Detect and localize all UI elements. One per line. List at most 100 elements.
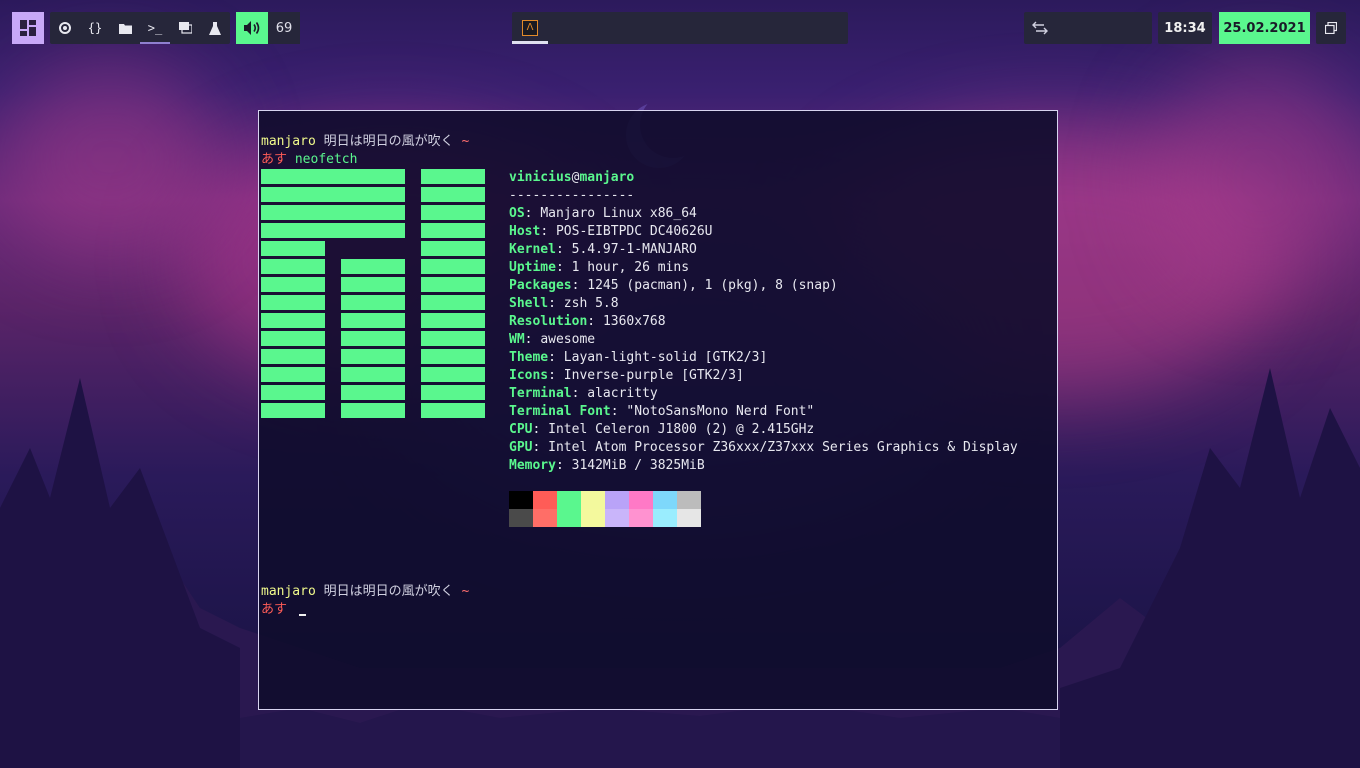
color-swatch <box>581 509 605 527</box>
taglist: {} >_ <box>50 12 230 44</box>
logo-block <box>341 349 405 364</box>
command-line-1: あす neofetch <box>261 151 357 169</box>
logo-block <box>341 295 405 310</box>
logo-block <box>341 259 405 274</box>
network-transfer-icon[interactable] <box>1032 21 1048 35</box>
logo-block <box>261 313 325 328</box>
info-resolution: Resolution: 1360x768 <box>509 314 666 329</box>
info-memory: Memory: 3142MiB / 3825MiB <box>509 458 705 473</box>
clock: 18:34 <box>1158 12 1212 44</box>
window-switcher-button[interactable] <box>1316 12 1346 44</box>
logo-block <box>261 241 325 256</box>
tag-flask[interactable] <box>200 12 230 44</box>
layout-toggle-button[interactable] <box>12 12 44 44</box>
logo-block <box>261 367 325 382</box>
logo-block <box>261 259 325 274</box>
info-cpu: CPU: Intel Celeron J1800 (2) @ 2.415GHz <box>509 422 815 437</box>
info-shell: Shell: zsh 5.8 <box>509 296 619 311</box>
info-uptime: Uptime: 1 hour, 26 mins <box>509 260 690 275</box>
color-swatch <box>677 491 701 509</box>
alacritty-icon: Λ <box>522 20 538 36</box>
logo-block <box>421 385 485 400</box>
logo-block <box>261 331 325 346</box>
terminal-window[interactable]: manjaro 明日は明日の風が吹く ~ あす neofetch viniciu… <box>258 110 1058 710</box>
logo-block <box>341 367 405 382</box>
color-swatch <box>557 509 581 527</box>
color-swatch <box>533 491 557 509</box>
volume-button[interactable] <box>236 12 268 44</box>
logo-block <box>421 403 485 418</box>
chat-icon <box>178 22 192 34</box>
firefox-icon <box>59 22 71 34</box>
command-text: neofetch <box>287 152 358 167</box>
neofetch-separator: ---------------- <box>509 188 635 203</box>
terminal-icon: >_ <box>147 21 163 35</box>
logo-block <box>421 259 485 274</box>
logo-block <box>261 349 325 364</box>
logo-block <box>421 169 485 184</box>
info-gpu: GPU: Intel Atom Processor Z36xxx/Z37xxx … <box>509 440 1018 455</box>
windows-icon <box>1325 22 1337 34</box>
tag-firefox[interactable] <box>50 12 80 44</box>
prompt-motto: 明日は明日の風が吹く <box>315 134 454 149</box>
color-swatch <box>605 491 629 509</box>
color-swatch <box>533 509 557 527</box>
logo-block <box>261 385 325 400</box>
prompt-symbol: あす <box>261 602 288 617</box>
logo-block <box>421 223 485 238</box>
flask-icon <box>209 21 221 35</box>
text-cursor <box>298 614 306 616</box>
color-swatch <box>509 509 533 527</box>
logo-block <box>421 241 485 256</box>
info-packages: Packages: 1245 (pacman), 1 (pkg), 8 (sna… <box>509 278 838 293</box>
logo-block <box>341 277 405 292</box>
info-icons: Icons: Inverse-purple [GTK2/3] <box>509 368 744 383</box>
tag-code[interactable]: {} <box>80 12 110 44</box>
logo-block <box>261 169 405 184</box>
volume-level: 69 <box>268 12 300 44</box>
date: 25.02.2021 <box>1219 12 1310 44</box>
info-os: OS: Manjaro Linux x86_64 <box>509 206 697 221</box>
color-swatch <box>629 491 653 509</box>
info-terminal: Terminal: alacritty <box>509 386 658 401</box>
command-line-2[interactable]: あす <box>261 601 306 619</box>
prompt-user: manjaro <box>261 584 316 599</box>
logo-block <box>421 205 485 220</box>
info-kernel: Kernel: 5.4.97-1-MANJARO <box>509 242 697 257</box>
prompt-line-1: manjaro 明日は明日の風が吹く ~ <box>261 133 469 151</box>
task-alacritty[interactable]: Λ <box>512 12 548 44</box>
systray <box>1024 12 1152 44</box>
color-swatch <box>653 509 677 527</box>
logo-block <box>261 187 405 202</box>
logo-block <box>341 385 405 400</box>
info-host: Host: POS-EIBTPDC DC40626U <box>509 224 713 239</box>
prompt-motto: 明日は明日の風が吹く <box>315 584 454 599</box>
prompt-symbol: あす <box>261 152 288 167</box>
prompt-user: manjaro <box>261 134 316 149</box>
prompt-line-2: manjaro 明日は明日の風が吹く ~ <box>261 583 469 601</box>
code-icon: {} <box>87 21 103 35</box>
info-wm: WM: awesome <box>509 332 596 347</box>
speaker-icon <box>244 21 260 35</box>
prompt-path: ~ <box>453 134 470 149</box>
info-theme: Theme: Layan-light-solid [GTK2/3] <box>509 350 768 365</box>
color-swatch <box>605 509 629 527</box>
logo-block <box>421 313 485 328</box>
logo-block <box>341 403 405 418</box>
info-terminal-font: Terminal Font: "NotoSansMono Nerd Font" <box>509 404 815 419</box>
color-swatch <box>629 509 653 527</box>
color-swatch <box>509 491 533 509</box>
logo-block <box>261 223 405 238</box>
tag-chat[interactable] <box>170 12 200 44</box>
logo-block <box>421 187 485 202</box>
logo-block <box>261 205 405 220</box>
color-swatch <box>557 491 581 509</box>
logo-block <box>341 313 405 328</box>
tag-files[interactable] <box>110 12 140 44</box>
logo-block <box>421 295 485 310</box>
neofetch-title: vinicius@manjaro <box>509 170 635 185</box>
tag-terminal[interactable]: >_ <box>140 12 170 44</box>
prompt-path: ~ <box>453 584 470 599</box>
layout-grid-icon <box>20 20 36 36</box>
folder-icon <box>118 23 132 34</box>
